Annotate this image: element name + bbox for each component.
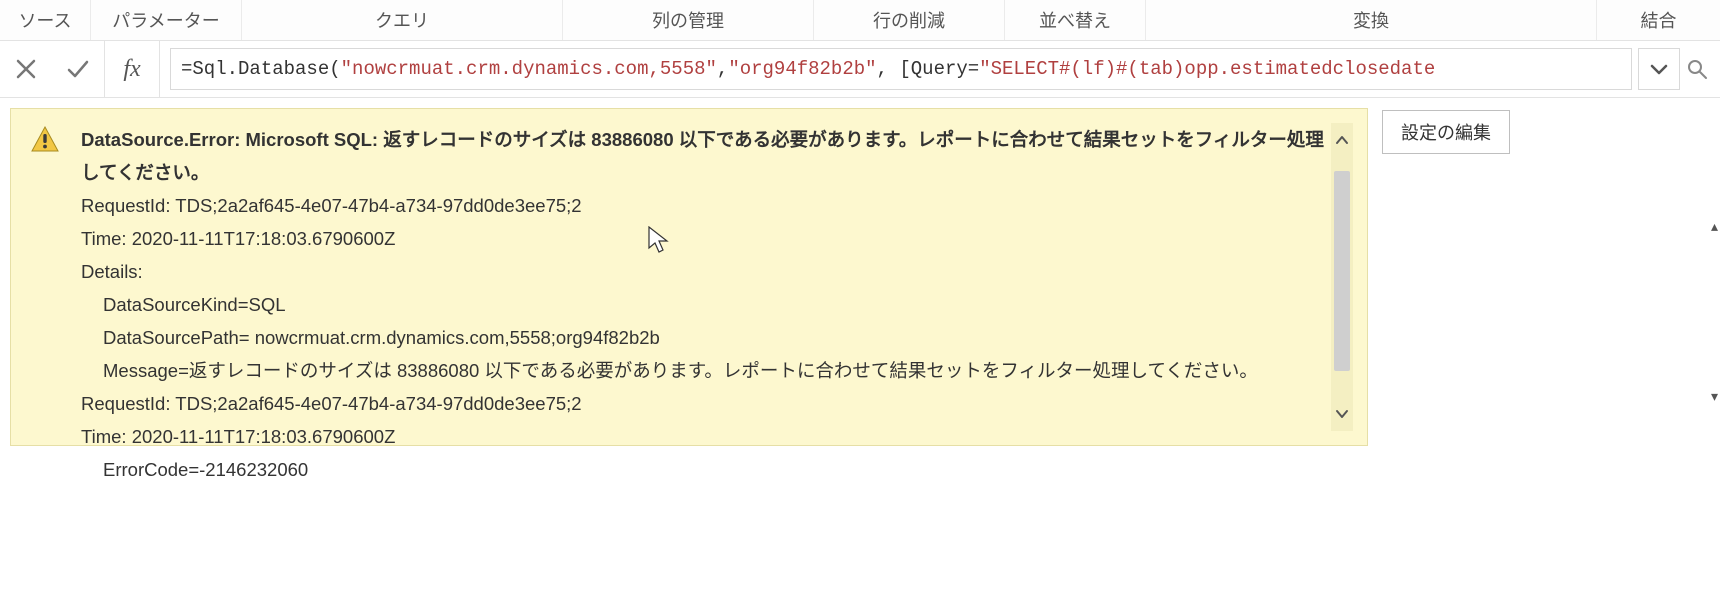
formula-arg3: "SELECT#(lf)#(tab)opp.estimatedclosedate bbox=[979, 58, 1435, 80]
ribbon-tab-manage-columns[interactable]: 列の管理 bbox=[563, 0, 814, 40]
edit-settings-button[interactable]: 設定の編集 bbox=[1382, 110, 1510, 154]
error-panel: DataSource.Error: Microsoft SQL: 返すレコードの… bbox=[10, 108, 1368, 446]
search-button[interactable] bbox=[1680, 41, 1714, 97]
ribbon-tabs: ソース パラメーター クエリ 列の管理 行の削減 並べ替え 変換 結合 bbox=[0, 0, 1720, 41]
formula-bar: fx = Sql.Database ( "nowcrmuat.crm.dynam… bbox=[0, 41, 1720, 98]
error-scrollbar[interactable] bbox=[1331, 123, 1353, 431]
scroll-up-icon[interactable] bbox=[1331, 123, 1353, 157]
ribbon-tab-source[interactable]: ソース bbox=[0, 0, 91, 40]
error-line-9: Time: 2020-11-11T17:18:03.6790600Z bbox=[81, 420, 1325, 453]
scroll-thumb[interactable] bbox=[1334, 171, 1350, 371]
error-line-5: DataSourceKind=SQL bbox=[81, 288, 1325, 321]
formula-commit-button[interactable] bbox=[52, 41, 104, 97]
ribbon-tab-sort[interactable]: 並べ替え bbox=[1005, 0, 1146, 40]
ribbon-tab-reduce-rows[interactable]: 行の削減 bbox=[814, 0, 1005, 40]
close-icon bbox=[14, 57, 38, 81]
formula-expand-button[interactable] bbox=[1638, 48, 1680, 90]
content-area: DataSource.Error: Microsoft SQL: 返すレコードの… bbox=[0, 98, 1720, 616]
ribbon-tab-transform[interactable]: 変換 bbox=[1146, 0, 1597, 40]
error-line-4: Details: bbox=[81, 255, 1325, 288]
error-message: DataSource.Error: Microsoft SQL: 返すレコードの… bbox=[63, 123, 1325, 486]
formula-key: Query bbox=[911, 58, 968, 80]
check-icon bbox=[65, 56, 91, 82]
error-line-10: ErrorCode=-2146232060 bbox=[81, 453, 1325, 486]
formula-sep1: , bbox=[717, 58, 728, 80]
formula-fn: Sql.Database bbox=[192, 58, 329, 80]
fx-icon[interactable]: fx bbox=[104, 41, 160, 97]
error-line-7: Message=返すレコードのサイズは 83886080 以下である必要がありま… bbox=[81, 354, 1325, 387]
error-line-6: DataSourcePath= nowcrmuat.crm.dynamics.c… bbox=[81, 321, 1325, 354]
error-line-3: Time: 2020-11-11T17:18:03.6790600Z bbox=[81, 222, 1325, 255]
error-line-1: DataSource.Error: Microsoft SQL: 返すレコードの… bbox=[81, 123, 1325, 189]
ribbon-tab-parameter[interactable]: パラメーター bbox=[91, 0, 242, 40]
side-collapse-down-icon[interactable]: ▾ bbox=[1711, 388, 1718, 405]
search-icon bbox=[1686, 58, 1708, 80]
side-collapse-up-icon[interactable]: ▴ bbox=[1711, 218, 1718, 235]
ribbon-tab-combine[interactable]: 結合 bbox=[1597, 0, 1720, 40]
error-line-8: RequestId: TDS;2a2af645-4e07-47b4-a734-9… bbox=[81, 387, 1325, 420]
scroll-down-icon[interactable] bbox=[1331, 397, 1353, 431]
formula-sep2: , [ bbox=[877, 58, 911, 80]
error-line-2: RequestId: TDS;2a2af645-4e07-47b4-a734-9… bbox=[81, 189, 1325, 222]
formula-arg2: "org94f82b2b" bbox=[728, 58, 876, 80]
warning-icon bbox=[27, 123, 63, 153]
formula-eq: = bbox=[968, 58, 979, 80]
formula-arg1: "nowcrmuat.crm.dynamics.com,5558" bbox=[341, 58, 717, 80]
chevron-down-icon bbox=[1648, 58, 1670, 80]
ribbon-tab-query[interactable]: クエリ bbox=[242, 0, 563, 40]
formula-input[interactable]: = Sql.Database ( "nowcrmuat.crm.dynamics… bbox=[170, 48, 1632, 90]
formula-open: ( bbox=[329, 58, 340, 80]
formula-prefix: = bbox=[181, 58, 192, 80]
formula-cancel-button[interactable] bbox=[0, 41, 52, 97]
